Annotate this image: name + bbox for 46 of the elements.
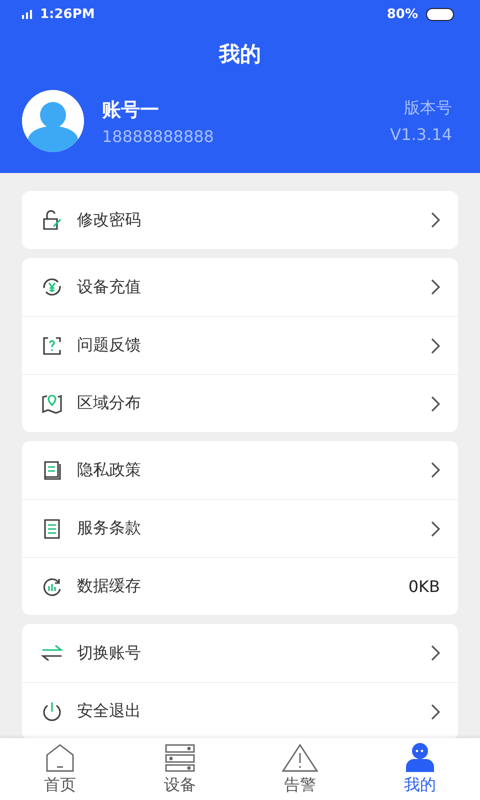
menu-item[interactable]: 切换账号 — [22, 624, 458, 682]
tab[interactable]: 我的 — [360, 738, 480, 800]
server-icon — [165, 744, 195, 772]
warning-icon — [282, 744, 318, 772]
menu-label: 隐私政策 — [77, 460, 142, 480]
menu-label: 问题反馈 — [77, 335, 142, 356]
chevron-right-icon — [431, 396, 440, 412]
menu-label: 数据缓存 — [77, 576, 142, 597]
chevron-right-icon — [431, 645, 440, 661]
battery-icon — [426, 8, 454, 20]
menu-item[interactable]: 数据缓存 0KB — [22, 557, 458, 615]
version-number: V1.3.14 — [390, 125, 452, 144]
chevron-right-icon — [431, 279, 440, 295]
phone-number: 18888888888 — [102, 126, 215, 146]
menu-label: 区域分布 — [77, 393, 142, 414]
chevron-right-icon — [431, 212, 440, 228]
chevron-right-icon — [431, 338, 440, 354]
menu-label: 切换账号 — [77, 642, 142, 664]
menu-label: 安全退出 — [77, 701, 142, 722]
tab[interactable]: 首页 — [0, 738, 120, 800]
chevron-right-icon — [431, 704, 440, 720]
menu-item[interactable]: 修改密码 — [22, 191, 458, 249]
chevron-right-icon — [431, 462, 440, 478]
page-title: 我的 — [218, 41, 262, 68]
menu-item[interactable]: 区域分布 — [22, 374, 458, 432]
account-name: 账号一 — [102, 98, 160, 122]
avatar-icon — [22, 90, 84, 152]
power-icon — [40, 700, 64, 724]
menu-item[interactable]: 问题反馈 — [22, 316, 458, 374]
person-icon — [405, 742, 435, 772]
menu-item[interactable]: 设备充值 — [22, 258, 458, 316]
menu-label: 修改密码 — [77, 210, 142, 230]
map-pin-icon — [40, 392, 64, 416]
menu-item[interactable]: 服务条款 — [22, 499, 458, 557]
status-time: 1:26PM — [40, 6, 95, 22]
tab[interactable]: 告警 — [240, 738, 360, 800]
battery-percent: 80% — [386, 6, 418, 22]
cache-size: 0KB — [408, 577, 440, 596]
version-label: 版本号 — [404, 98, 452, 119]
tab[interactable]: 设备 — [120, 738, 240, 800]
menu-item[interactable]: 隐私政策 — [22, 441, 458, 499]
signal-icon — [22, 10, 32, 18]
home-icon — [45, 744, 75, 772]
menu-label: 服务条款 — [77, 518, 142, 539]
chevron-right-icon — [431, 520, 440, 536]
menu-label: 设备充值 — [77, 276, 142, 298]
